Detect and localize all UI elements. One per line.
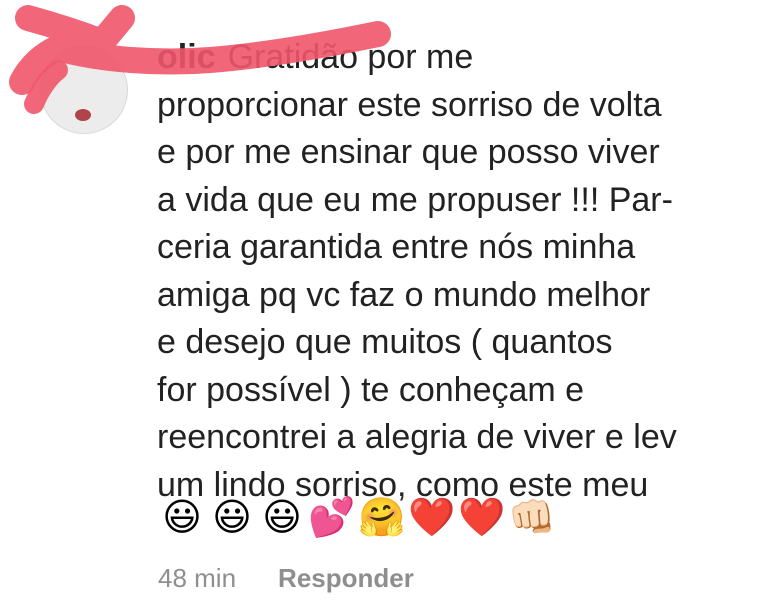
comment-line: e desejo que muitos ( quantos [157,323,613,361]
comment-body: olic Gratidão por me proporcionar este so… [157,34,747,509]
grinning-face-icon: 😃 [162,497,202,539]
comment-line: a vida que eu me propuser !!! Par- [157,180,673,219]
avatar-photo [75,109,91,121]
grinning-face-icon: 😃 [262,497,302,539]
username[interactable]: olic [157,34,216,82]
emoji-row: 😃 😃 😃 💕 🤗 ❤️ ❤️ 👊🏻 [158,495,556,541]
comment-line: proporcionar este sorriso de volta [157,85,662,124]
comment-text: Gratidão por me [227,38,474,76]
red-heart-icon: ❤️ [408,497,456,539]
hugging-face-icon: 🤗 [358,497,406,539]
comment-line: ceria garantida entre nós minha [157,228,636,266]
red-heart-icon: ❤️ [458,497,506,539]
comment-line: e por me ensinar que posso viver [157,133,660,171]
two-hearts-icon: 💕 [308,497,356,539]
comment-line: reencontrei a alegria de viver e lev [157,418,677,456]
comment-line: for possível ) te conheçam e [157,370,585,409]
reply-button[interactable]: Responder [278,563,414,594]
comment-meta: 48 min Responder [158,558,414,598]
grinning-face-icon: 😃 [212,497,252,539]
avatar[interactable] [40,46,128,134]
fist-bump-icon: 👊🏻 [508,497,556,539]
comment-timestamp: 48 min [158,562,237,593]
comment-line: olic Gratidão por me [157,34,747,82]
comment-line: amiga pq vc faz o mundo melhor [157,275,651,314]
